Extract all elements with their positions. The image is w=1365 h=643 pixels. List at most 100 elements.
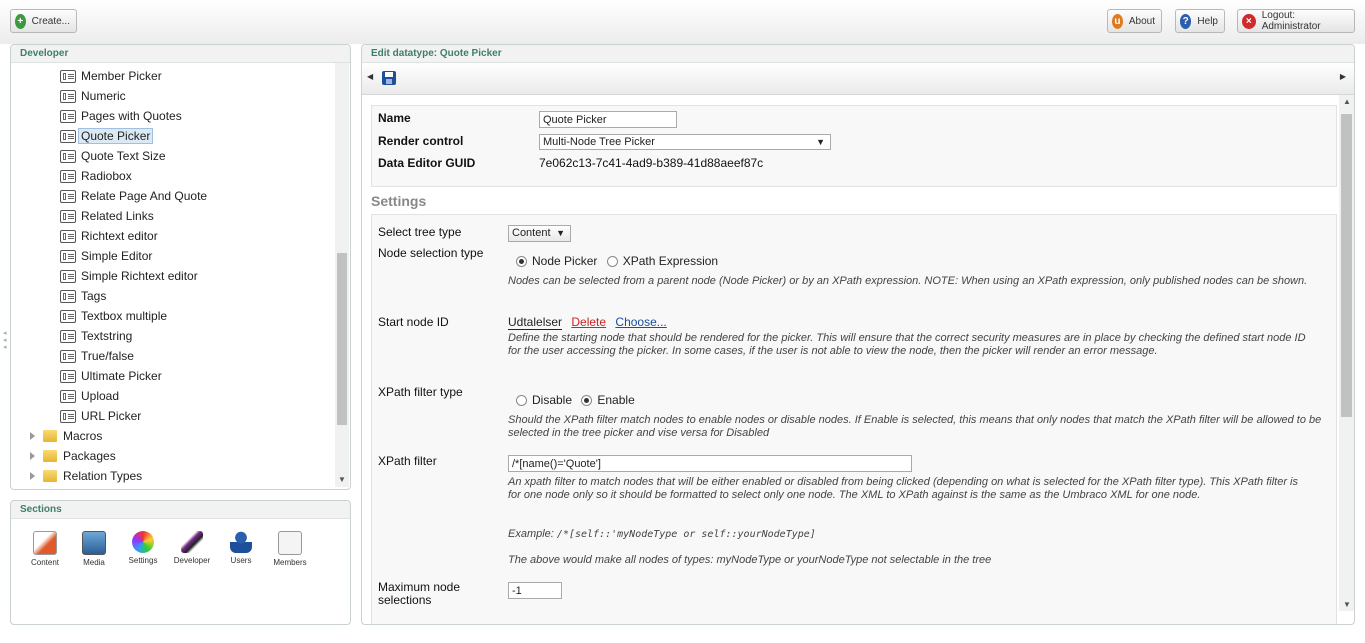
render-control-select[interactable]: Multi-Node Tree Picker ▼ [539, 134, 831, 150]
tree-item[interactable]: Quote Text Size [60, 147, 166, 165]
tree-item[interactable]: Numeric [60, 87, 126, 105]
section-members[interactable]: Members [270, 531, 310, 567]
tree-item[interactable]: Textstring [60, 327, 132, 345]
tree-type-value: Content [512, 227, 551, 239]
tree-item[interactable]: Tags [60, 287, 106, 305]
toolbar-right-arrow-icon[interactable]: ▶ [1340, 72, 1346, 81]
datatype-icon [60, 409, 76, 423]
developer-panel: Developer Member Picker Numeric Pages with… [10, 44, 351, 490]
expand-arrow-icon[interactable] [30, 472, 35, 480]
logout-icon: × [1242, 13, 1256, 29]
editor-scroll-down-icon[interactable]: ▼ [1343, 600, 1351, 609]
section-users[interactable]: Users [221, 531, 261, 565]
name-input[interactable] [539, 111, 677, 128]
expand-arrow-icon[interactable] [30, 432, 35, 440]
logout-label: Logout: Administrator [1261, 10, 1321, 32]
tree-item[interactable]: URL Picker [60, 407, 141, 425]
datatype-icon [60, 189, 76, 203]
tree-item[interactable]: Ultimate Picker [60, 367, 162, 385]
section-content[interactable]: Content [25, 531, 65, 567]
tree-item[interactable]: Textbox multiple [60, 307, 167, 325]
tree-item[interactable]: Relate Page And Quote [60, 187, 207, 205]
tree-item[interactable]: True/false [60, 347, 134, 365]
guid-label: Data Editor GUID [378, 156, 476, 170]
datatype-icon [60, 229, 76, 243]
section-settings[interactable]: Settings [123, 531, 163, 565]
media-icon [82, 531, 106, 555]
tree-folder[interactable]: Macros [30, 427, 102, 445]
tree-item-label: Quote Picker [78, 128, 154, 144]
max-selections-input[interactable] [508, 582, 562, 599]
folder-icon [43, 430, 57, 442]
tree-folder-label: Relation Types [63, 469, 143, 483]
tree-item[interactable]: Radiobox [60, 167, 132, 185]
toolbar-left-arrow-icon[interactable]: ◀ [367, 72, 373, 81]
expand-arrow-icon[interactable] [30, 452, 35, 460]
editor-scroll-up-icon[interactable]: ▲ [1343, 97, 1351, 106]
section-media-label: Media [83, 558, 105, 567]
delete-link[interactable]: Delete [571, 315, 606, 329]
tree-scrollbar[interactable]: ▼ [335, 63, 349, 487]
tree-item-label: Related Links [81, 209, 154, 223]
xpath-filter-label: XPath filter [378, 454, 437, 468]
about-button[interactable]: u About [1107, 9, 1162, 33]
datatype-icon [60, 209, 76, 223]
editor-toolbar: ◀ ▶ [362, 63, 1354, 95]
start-node-desc: Define the starting node that should be … [508, 332, 1306, 357]
tree-item-label: URL Picker [81, 409, 142, 423]
splitter-handle-icon[interactable]: ◂ ◂ ◂ [3, 330, 7, 351]
developer-panel-title: Developer [11, 45, 350, 63]
scroll-down-icon[interactable]: ▼ [338, 475, 346, 484]
datatype-icon [60, 289, 76, 303]
tree-type-label: Select tree type [378, 225, 462, 239]
properties-block: Name Render control Multi-Node Tree Pick… [371, 105, 1337, 187]
create-button[interactable]: + Create... [10, 9, 77, 33]
disable-radio[interactable] [516, 395, 527, 407]
section-members-label: Members [273, 558, 307, 567]
section-media[interactable]: Media [74, 531, 114, 567]
section-users-label: Users [230, 556, 252, 565]
section-developer[interactable]: Developer [172, 531, 212, 565]
top-toolbar: + Create... u About ? Help × Logout: Adm… [0, 0, 1365, 44]
tree-type-select[interactable]: Content ▼ [508, 225, 571, 242]
tree-folder[interactable]: Packages [30, 447, 116, 465]
tree-scrollbar-thumb[interactable] [337, 253, 347, 425]
tree-item[interactable]: Simple Richtext editor [60, 267, 198, 285]
name-label: Name [378, 111, 411, 125]
tree-item-label: Radiobox [81, 169, 132, 183]
example-result: The above would make all nodes of types:… [508, 554, 992, 566]
editor-scrollbar[interactable]: ▲ ▼ [1339, 95, 1354, 611]
tree-item[interactable]: Quote Picker [60, 127, 154, 145]
enable-radio[interactable] [581, 395, 593, 407]
editor-scrollbar-thumb[interactable] [1341, 114, 1352, 417]
tree-item[interactable]: Pages with Quotes [60, 107, 182, 125]
node-picker-radio[interactable] [516, 256, 527, 268]
tree-item-label: Simple Editor [81, 249, 153, 263]
tree-item-label: Relate Page And Quote [81, 189, 208, 203]
example-prefix: Example: [508, 528, 557, 540]
logout-button[interactable]: × Logout: Administrator [1237, 9, 1355, 33]
xpath-filter-desc: An xpath filter to match nodes that will… [508, 476, 1298, 501]
tree-item[interactable]: Simple Editor [60, 247, 152, 265]
datatype-icon [60, 89, 76, 103]
tree-item[interactable]: Richtext editor [60, 227, 158, 245]
datatype-icon [60, 149, 76, 163]
chevron-down-icon: ▼ [816, 137, 825, 147]
example-code: /*[self::'myNodeType or self::yourNodeTy… [556, 529, 816, 540]
choose-link[interactable]: Choose... [615, 315, 666, 329]
section-content-label: Content [30, 558, 60, 567]
xpath-expression-radio[interactable] [606, 256, 618, 268]
datatype-icon [60, 269, 76, 283]
save-icon[interactable] [382, 71, 396, 85]
datatype-icon [60, 349, 76, 363]
tree-item[interactable]: Upload [60, 387, 119, 405]
section-developer-label: Developer [173, 556, 211, 565]
help-icon: ? [1180, 13, 1192, 29]
tree-item[interactable]: Member Picker [60, 67, 162, 85]
tree-item[interactable]: Related Links [60, 207, 154, 225]
settings-block: Select tree type Content ▼ Node selectio… [371, 214, 1337, 624]
help-button[interactable]: ? Help [1175, 9, 1225, 33]
tree-folder[interactable]: Relation Types [30, 467, 142, 485]
xpath-filter-input[interactable] [508, 455, 912, 472]
developer-icon [181, 531, 203, 553]
